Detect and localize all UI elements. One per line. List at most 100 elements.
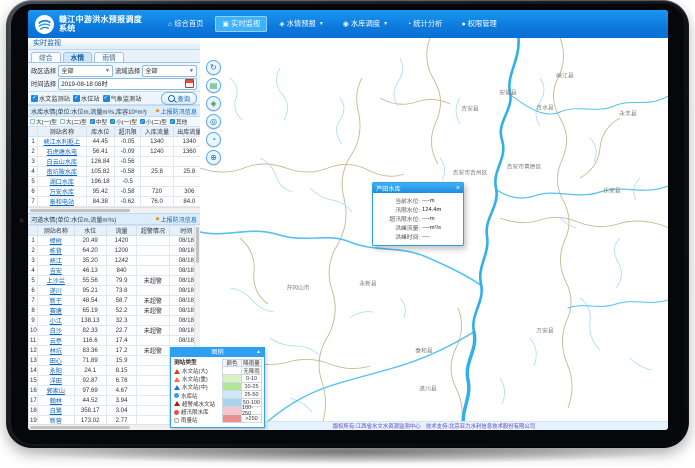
station-link[interactable]: 上沙兰	[47, 278, 65, 285]
river-report-link[interactable]: ◆ 上报防汛信息	[156, 215, 197, 224]
station-link[interactable]: 遂川	[50, 288, 62, 295]
nav-item-realtime[interactable]: ▣实时监视	[215, 16, 267, 32]
table-row: 8赛塘65.1952.2未超警08/18	[29, 306, 196, 316]
calendar-icon[interactable]	[185, 79, 194, 88]
popup-row: 洪峰流量:----m³/s	[375, 223, 459, 232]
wave-logo-icon	[37, 17, 52, 32]
reservoir-type-checkbox[interactable]: 大(二)型	[60, 117, 87, 126]
reservoir-report-link[interactable]: ◆ 上报防汛信息	[156, 107, 197, 116]
nav-item-analysis[interactable]: ◔统计分析	[400, 16, 449, 32]
zoom-in-icon[interactable]: ⊕	[206, 150, 221, 165]
checkbox-icon[interactable]	[30, 119, 35, 124]
table-cell: 44.45	[86, 137, 114, 147]
measure-icon[interactable]: ◈	[206, 96, 221, 111]
row-number-cell: 15	[29, 376, 38, 386]
legend-station-header: 测站类型	[174, 359, 220, 367]
locate-icon[interactable]: ◎	[206, 114, 221, 129]
row-number-cell: 10	[29, 326, 38, 336]
scroll-thumb[interactable]	[30, 426, 130, 429]
checkbox-label: 小(二)型	[146, 117, 167, 126]
station-link[interactable]: 云亭	[50, 338, 62, 345]
station-link[interactable]: 泰和电站	[50, 199, 74, 206]
column-header: 水位	[74, 226, 106, 236]
checkbox-icon[interactable]	[60, 119, 65, 124]
legend-station-label: 雨量站	[181, 416, 198, 424]
station-link[interactable]: 翰林	[50, 398, 62, 405]
checkbox-icon[interactable]: ✓	[140, 119, 145, 124]
table-cell: 82.33	[74, 326, 106, 336]
station-link[interactable]: 田心	[50, 358, 62, 365]
forecast-icon: ◈	[279, 20, 284, 28]
collapse-icon[interactable]: ▲	[256, 348, 261, 357]
reservoir-hscrollbar[interactable]	[28, 207, 200, 213]
layers-icon[interactable]: ▤	[206, 78, 221, 93]
reservoir-type-checkbox[interactable]: ✓小(二)型	[140, 117, 167, 126]
search-button-label: 查询	[177, 94, 190, 103]
nav-item-forecast[interactable]: ◈水情预报▼	[272, 16, 331, 32]
scroll-thumb[interactable]	[196, 227, 199, 263]
close-icon[interactable]: ×	[456, 185, 460, 192]
region-select[interactable]: 全部 ▼	[58, 65, 113, 77]
station-link[interactable]: 白沙	[50, 328, 62, 335]
history-icon[interactable]: ◔	[206, 132, 221, 147]
checkbox-icon[interactable]: ✓	[110, 119, 115, 124]
station-link[interactable]: 栋背	[50, 248, 62, 255]
table-row: 6万安水库95.42-0.58720306	[29, 187, 201, 197]
checkbox-icon[interactable]: ✓	[31, 95, 38, 102]
map-canvas[interactable]: 峡江县安福县吉安县吉水县永丰县乐安县吉安市吉州区吉安市青原区永新县井冈山市泰和县…	[200, 38, 668, 430]
nav-item-label: 水库调度	[351, 19, 380, 29]
tab-0[interactable]: 综合	[31, 52, 61, 62]
station-link[interactable]: 石虎塘水电	[47, 149, 77, 156]
checkbox-icon[interactable]: ✓	[73, 95, 80, 102]
station-link[interactable]: 新干	[50, 298, 62, 305]
search-button[interactable]: 查询	[161, 92, 197, 105]
reservoir-type-checkbox[interactable]: 大(一)型	[30, 117, 57, 126]
station-type-checkbox[interactable]: ✓水文监测站	[31, 94, 70, 103]
table-cell: 08/18	[169, 306, 195, 316]
station-link[interactable]: 白云山水库	[47, 159, 77, 166]
table-cell: 6.78	[106, 376, 136, 386]
station-link[interactable]: 南坑陂水库	[47, 169, 77, 176]
station-link[interactable]: 樟树	[50, 238, 62, 245]
station-link[interactable]: 郭家山	[47, 388, 65, 395]
reservoir-type-checkbox[interactable]: ✓其他	[170, 117, 187, 126]
table-cell: 84.0	[173, 197, 200, 207]
station-link[interactable]: 林坑	[50, 348, 62, 355]
table-cell: 洋田	[38, 376, 74, 386]
tab-2[interactable]: 雨情	[94, 52, 124, 62]
table-cell: 未超警	[137, 276, 169, 286]
reservoir-type-checkbox[interactable]: ✓小(一)型	[110, 117, 137, 126]
chevron-down-icon: ▼	[319, 21, 324, 27]
station-link[interactable]: 湖口水库	[50, 179, 74, 186]
station-link[interactable]: 万安水库	[50, 189, 74, 196]
station-link[interactable]: 洋田	[50, 378, 62, 385]
refresh-icon[interactable]: ↻	[206, 60, 221, 75]
table-cell: 720	[141, 187, 173, 197]
nav-item-dispatch[interactable]: ◉水库调度▼	[336, 16, 395, 32]
station-type-checkbox[interactable]: ✓水位站	[73, 94, 100, 103]
time-input[interactable]: 2019-08-18 08时	[58, 78, 197, 90]
station-type-checkbox[interactable]: ✓气象监测站	[103, 94, 142, 103]
station-link[interactable]: 峡江水利枢上	[44, 139, 81, 146]
station-link[interactable]: 永阳	[50, 368, 62, 375]
station-link[interactable]: 吉安	[50, 268, 62, 275]
legend-scale-row: 25-50	[222, 391, 262, 399]
nav-item-permission[interactable]: ●权限管理	[454, 16, 503, 32]
nav-item-home[interactable]: ⌂综合首页	[161, 16, 210, 32]
basin-select[interactable]: 全部 ▼	[142, 65, 197, 77]
station-link[interactable]: 白鹭	[50, 408, 62, 415]
table-cell: 56.41	[86, 147, 114, 157]
reservoir-type-checkbox[interactable]: ✓中型	[90, 117, 107, 126]
station-link[interactable]: 赛塘	[50, 308, 62, 315]
legend-header[interactable]: 图例 ▲	[171, 348, 264, 357]
copyright-bar: 版权所有:江西省水文水资源监测中心 技术支持:北京亚力水利信息技术股份有限公司	[200, 421, 668, 430]
table-cell: 1200	[106, 246, 136, 256]
tab-1[interactable]: 水情	[63, 52, 93, 62]
checkbox-icon[interactable]: ✓	[170, 119, 175, 124]
checkbox-icon[interactable]: ✓	[90, 119, 95, 124]
scroll-thumb[interactable]	[30, 209, 130, 212]
station-link[interactable]: 峡江	[50, 258, 62, 265]
checkbox-icon[interactable]: ✓	[103, 95, 110, 102]
station-link[interactable]: 小江	[50, 318, 62, 325]
row-number-cell: 2	[29, 246, 38, 256]
